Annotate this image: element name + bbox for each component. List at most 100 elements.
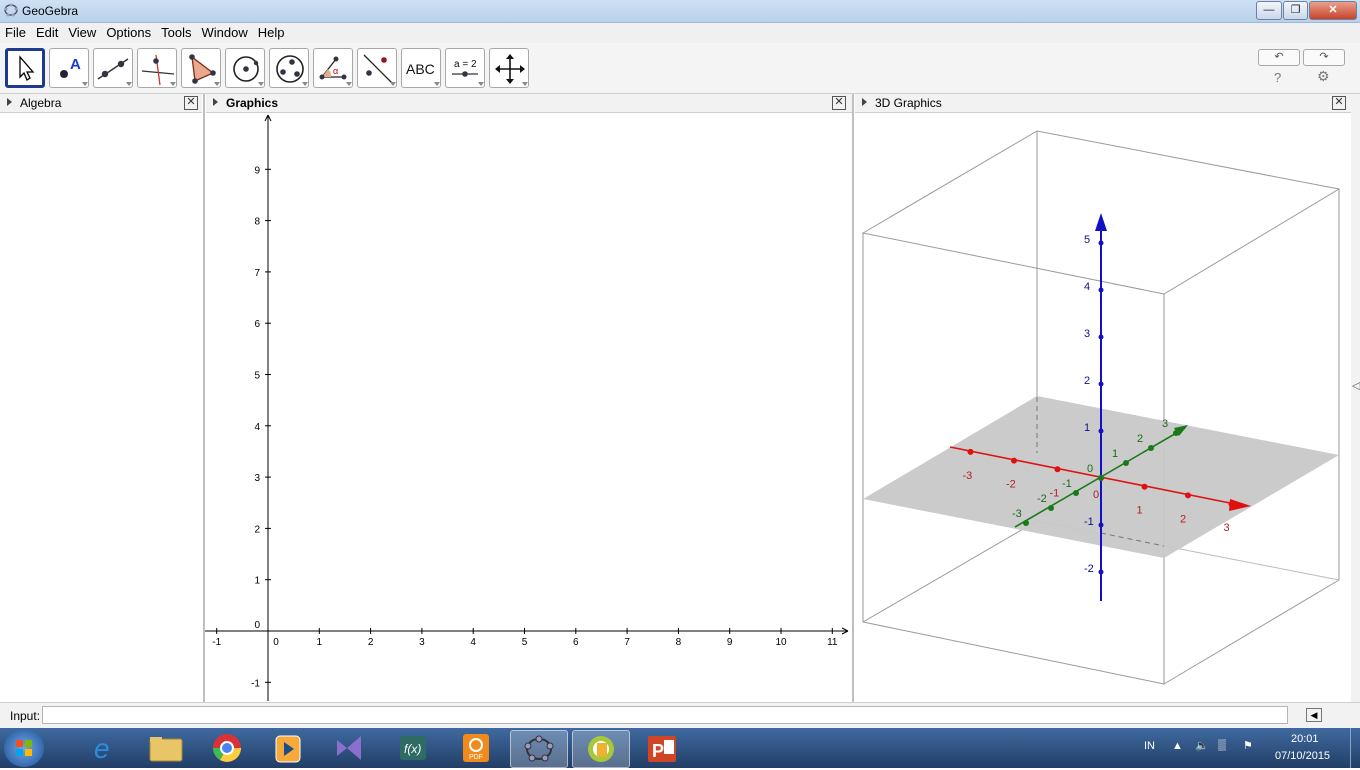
y-tick-label: 4 <box>254 422 260 433</box>
x-tick-label: 6 <box>573 637 579 648</box>
close-panel-icon[interactable]: ✕ <box>1332 96 1346 110</box>
keyboard-icon[interactable]: ◀ <box>1306 708 1322 722</box>
x3d-point <box>1141 483 1148 490</box>
svg-text:P: P <box>652 741 664 761</box>
geogebra-classic-icon <box>588 736 614 762</box>
close-button[interactable]: ✕ <box>1309 1 1357 20</box>
z3d-point <box>1098 334 1104 340</box>
y-tick-label: 3 <box>254 473 260 484</box>
clock-date[interactable]: 07/10/2015 <box>1275 750 1330 762</box>
powerpoint-icon: P <box>648 736 676 762</box>
volume-icon[interactable]: 🔈 <box>1195 739 1209 752</box>
y3d-tick-label: -2 <box>1037 493 1047 505</box>
side-panel-strip: ◁ <box>1351 94 1360 702</box>
close-panel-icon[interactable]: ✕ <box>832 96 846 110</box>
y3d-tick-label: -1 <box>1062 478 1072 490</box>
graphics3d-panel-title: 3D Graphics <box>875 96 942 110</box>
chrome-icon <box>213 734 241 762</box>
clock-time[interactable]: 20:01 <box>1291 733 1319 745</box>
taskbar-geogebra-classic[interactable] <box>572 730 630 768</box>
polygon-tool-button[interactable] <box>181 48 221 88</box>
collapse-triangle-icon[interactable] <box>213 98 218 106</box>
x-tick-label: 0 <box>273 637 279 648</box>
point-icon: A <box>60 56 88 86</box>
help-icon[interactable]: ? <box>1274 70 1281 85</box>
undo-button[interactable]: ↶ <box>1258 49 1300 66</box>
x3d-tick-label: -2 <box>1006 479 1016 491</box>
move-tool-button[interactable] <box>5 48 45 88</box>
y3d-point <box>1048 505 1054 511</box>
taskbar-powerpoint[interactable]: P <box>634 730 690 766</box>
menu-tools[interactable]: Tools <box>156 23 196 40</box>
graphics3d-panel-header: 3D Graphics ✕ <box>855 94 1351 113</box>
taskbar-file-explorer[interactable] <box>138 730 194 766</box>
z3d-point <box>1098 287 1104 293</box>
taskbar-media-player[interactable] <box>260 730 316 766</box>
move-view-tool-button[interactable] <box>489 48 529 88</box>
redo-button[interactable]: ↷ <box>1303 49 1345 66</box>
taskbar-internet-explorer[interactable]: e <box>78 730 134 766</box>
graphics-view[interactable]: -1 0 1 2 3 4 5 6 7 8 9 10 11 9876543210-1 <box>205 113 851 702</box>
taskbar-pdf-app[interactable]: PDF <box>447 730 503 766</box>
svg-text:e: e <box>94 733 110 764</box>
action-center-icon[interactable]: ⚑ <box>1243 739 1253 752</box>
input-bar: Input: ◀ <box>0 702 1360 729</box>
svg-text:f(x): f(x) <box>404 742 421 756</box>
y3d-tick-label: 3 <box>1162 418 1168 430</box>
menu-file[interactable]: File <box>0 23 31 40</box>
slider-tool-button[interactable]: a = 2 <box>445 48 485 88</box>
x3d-point <box>1185 492 1191 499</box>
menu-view[interactable]: View <box>63 23 101 40</box>
language-indicator[interactable]: IN <box>1144 740 1155 752</box>
z3d-point <box>1098 522 1104 528</box>
taskbar-visual-studio[interactable] <box>321 730 377 766</box>
maximize-button[interactable]: ❐ <box>1283 1 1308 20</box>
network-signal-icon[interactable]: ▒ <box>1218 739 1226 751</box>
menu-options[interactable]: Options <box>101 23 156 40</box>
x3d-point <box>1011 457 1017 464</box>
show-hidden-icons-icon[interactable]: ▲ <box>1172 740 1183 752</box>
x-tick-label: 1 <box>317 637 323 648</box>
show-desktop-button[interactable] <box>1350 728 1360 768</box>
start-button[interactable] <box>4 729 44 767</box>
menu-edit[interactable]: Edit <box>31 23 63 40</box>
input-field[interactable] <box>42 706 1288 724</box>
taskbar-geogebra[interactable] <box>510 730 568 768</box>
circle-three-points-button[interactable] <box>269 48 309 88</box>
svg-text:α: α <box>333 66 338 76</box>
x-tick-label: 11 <box>827 637 838 648</box>
circle-center-icon <box>233 56 264 86</box>
z3d-tick-label: -2 <box>1084 563 1094 575</box>
collapse-triangle-icon[interactable] <box>7 98 12 106</box>
point-tool-button[interactable]: A <box>49 48 89 88</box>
perpendicular-tool-button[interactable] <box>137 48 177 88</box>
z3d-tick-label: 3 <box>1084 328 1090 340</box>
settings-gear-icon[interactable]: ⚙ <box>1317 68 1330 85</box>
pdf-icon: PDF <box>463 734 489 762</box>
z3d-tick-label: 2 <box>1084 375 1090 387</box>
minimize-button[interactable]: — <box>1256 1 1282 20</box>
algebra-view[interactable] <box>0 113 202 702</box>
y3d-tick-label: 2 <box>1137 433 1143 445</box>
collapse-triangle-icon[interactable] <box>862 98 867 106</box>
menu-window[interactable]: Window <box>196 23 252 40</box>
expand-arrow-icon[interactable]: ◁ <box>1352 379 1360 392</box>
x3d-point <box>967 448 974 455</box>
y3d-point <box>1123 460 1129 466</box>
z3d-tick-label: -1 <box>1084 516 1094 528</box>
taskbar-chrome[interactable] <box>199 730 255 766</box>
reflect-tool-button[interactable] <box>357 48 397 88</box>
panel-divider[interactable] <box>852 94 854 702</box>
svg-text:PDF: PDF <box>469 754 483 761</box>
z3d-point <box>1098 381 1104 387</box>
circle-tool-button[interactable] <box>225 48 265 88</box>
angle-tool-button[interactable]: α <box>313 48 353 88</box>
text-tool-button[interactable]: ABC <box>401 48 441 88</box>
z3d-tick-label: 1 <box>1084 422 1090 434</box>
menu-help[interactable]: Help <box>253 23 290 40</box>
close-panel-icon[interactable]: ✕ <box>184 96 198 110</box>
graphics3d-view[interactable]: -3-2-1 0123 -3-2-10123 54321-1-2 <box>855 113 1351 702</box>
y-tick-label: 1 <box>254 576 260 587</box>
line-tool-button[interactable] <box>93 48 133 88</box>
taskbar-formula-app[interactable]: f(x) <box>384 730 440 766</box>
